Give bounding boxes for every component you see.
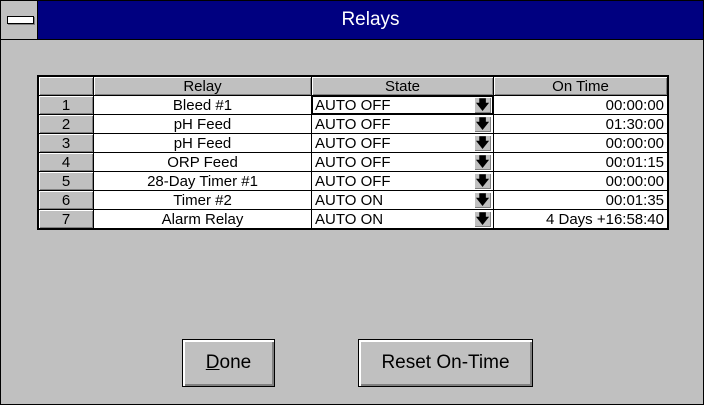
relay-name: 28-Day Timer #1 (93, 171, 312, 191)
on-time-value: 4 Days +16:58:40 (493, 209, 668, 229)
relay-name: pH Feed (93, 133, 312, 153)
corner-header (38, 76, 94, 96)
table-row: 3 pH Feed AUTO OFF 🡇 00:00:00 (38, 133, 668, 153)
relay-name: Bleed #1 (93, 95, 312, 115)
down-arrow-icon[interactable]: 🡇 (474, 135, 491, 151)
on-time-value: 00:00:00 (493, 95, 668, 115)
row-number[interactable]: 2 (38, 114, 94, 134)
relay-name: pH Feed (93, 114, 312, 134)
state-value: AUTO OFF (315, 96, 391, 114)
title-bar[interactable]: Relays (1, 1, 703, 40)
on-time-column-header[interactable]: On Time (493, 76, 668, 96)
system-menu-icon (7, 16, 34, 24)
on-time-value: 00:00:00 (493, 133, 668, 153)
table-row: 6 Timer #2 AUTO ON 🡇 00:01:35 (38, 190, 668, 210)
state-dropdown[interactable]: AUTO OFF 🡇 (311, 171, 494, 191)
state-dropdown[interactable]: AUTO OFF 🡇 (311, 152, 494, 172)
table-row: 5 28-Day Timer #1 AUTO OFF 🡇 00:00:00 (38, 171, 668, 191)
state-value: AUTO OFF (315, 115, 391, 133)
state-value: AUTO OFF (315, 134, 391, 152)
on-time-value: 00:01:15 (493, 152, 668, 172)
done-label: one (219, 352, 252, 373)
down-arrow-icon[interactable]: 🡇 (474, 173, 491, 189)
window-title: Relays (341, 9, 400, 30)
on-time-value: 00:00:00 (493, 171, 668, 191)
state-dropdown[interactable]: AUTO OFF 🡇 (311, 114, 494, 134)
system-menu-button[interactable] (1, 1, 38, 39)
on-time-value: 00:01:35 (493, 190, 668, 210)
down-arrow-icon[interactable]: 🡇 (474, 116, 491, 132)
relay-name: ORP Feed (93, 152, 312, 172)
table-row: 4 ORP Feed AUTO OFF 🡇 00:01:15 (38, 152, 668, 172)
row-number[interactable]: 6 (38, 190, 94, 210)
table-row: 2 pH Feed AUTO OFF 🡇 01:30:00 (38, 114, 668, 134)
table-header-row: Relay State On Time (38, 76, 668, 96)
reset-on-time-button[interactable]: Reset On-Time (358, 339, 533, 387)
row-number[interactable]: 1 (38, 95, 94, 115)
on-time-value: 01:30:00 (493, 114, 668, 134)
table-row: 1 Bleed #1 AUTO OFF 🡇 00:00:00 (38, 95, 668, 115)
done-button[interactable]: Done (182, 339, 275, 387)
row-number[interactable]: 4 (38, 152, 94, 172)
down-arrow-icon[interactable]: 🡇 (474, 97, 491, 113)
state-value: AUTO ON (315, 210, 384, 228)
state-column-header[interactable]: State (311, 76, 494, 96)
relay-name: Timer #2 (93, 190, 312, 210)
state-dropdown[interactable]: AUTO ON 🡇 (311, 190, 494, 210)
row-number[interactable]: 7 (38, 209, 94, 229)
relays-table: Relay State On Time 1 Bleed #1 AUTO OFF … (37, 75, 669, 230)
down-arrow-icon[interactable]: 🡇 (474, 154, 491, 170)
table-row: 7 Alarm Relay AUTO ON 🡇 4 Days +16:58:40 (38, 209, 668, 229)
state-value: AUTO OFF (315, 153, 391, 171)
state-dropdown[interactable]: AUTO OFF 🡇 (311, 133, 494, 153)
done-mnemonic: D (205, 352, 220, 373)
down-arrow-icon[interactable]: 🡇 (474, 211, 491, 227)
relay-column-header[interactable]: Relay (93, 76, 312, 96)
state-dropdown[interactable]: AUTO ON 🡇 (311, 209, 494, 229)
state-value: AUTO OFF (315, 172, 391, 190)
row-number[interactable]: 3 (38, 133, 94, 153)
state-value: AUTO ON (315, 191, 384, 209)
down-arrow-icon[interactable]: 🡇 (474, 192, 491, 208)
row-number[interactable]: 5 (38, 171, 94, 191)
state-dropdown[interactable]: AUTO OFF 🡇 (311, 95, 494, 115)
relay-name: Alarm Relay (93, 209, 312, 229)
relays-window: Relays Relay State On Time 1 Bleed #1 AU… (0, 0, 704, 405)
